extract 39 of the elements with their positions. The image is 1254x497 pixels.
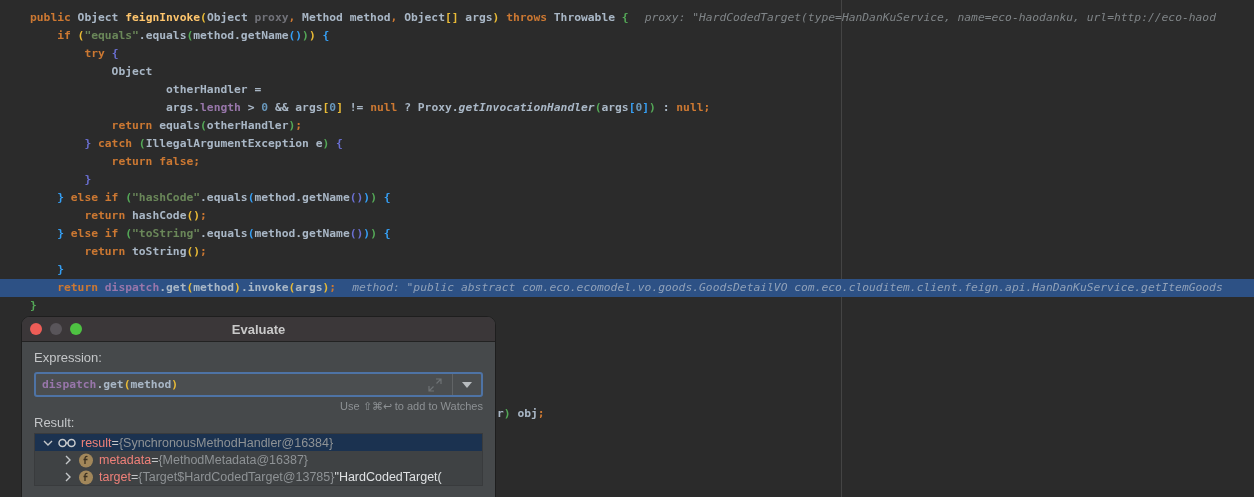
dropdown-caret-icon[interactable]	[461, 380, 473, 389]
code-line: return false;	[110, 154, 201, 170]
code-line: return hashCode();	[83, 208, 207, 224]
result-label: Result:	[34, 414, 76, 432]
expression-label: Expression:	[34, 349, 103, 367]
code-line: otherHandler =	[165, 82, 262, 98]
tree-node-text: result={SynchronousMethodHandler@16384}	[81, 435, 334, 450]
tree-row[interactable]: result={SynchronousMethodHandler@16384}	[35, 434, 482, 451]
code-line: public Object feignInvoke(Object proxy, Method method, Object[] args) throws Throwable {	[30, 10, 629, 26]
chevron-right-icon[interactable]	[63, 471, 73, 482]
chevron-right-icon[interactable]	[63, 454, 73, 465]
inline-value-hint: proxy: "HardCodedTarget(type=HanDanKuService, name=eco-haodanku, url=http://eco-haod	[644, 10, 1216, 26]
tree-row[interactable]: metadata={MethodMetadata@16387}	[35, 451, 482, 468]
tree-node-text: target={Target$HardCodedTarget@13785}"HardCodedTarget(	[99, 469, 442, 484]
watch-shortcut-hint: Use ⇧⌘↩ to add to Watches	[340, 400, 483, 413]
watch-glasses-icon	[58, 437, 76, 448]
code-line: }	[56, 262, 64, 278]
zoom-button[interactable]	[70, 323, 82, 335]
tree-node-text: metadata={MethodMetadata@16387}	[99, 452, 309, 467]
code-line: }	[30, 298, 37, 314]
code-line: return equals(otherHandler);	[110, 118, 303, 134]
code-line: } catch (IllegalArgumentException e) {	[83, 136, 343, 152]
field-icon	[78, 468, 94, 485]
code-line: Object	[110, 64, 153, 80]
expression-field[interactable]: dispatch.get(method)	[34, 372, 483, 397]
code-line: } else if ("hashCode".equals(method.getName())) {	[56, 190, 391, 206]
inline-value-hint: method: "public abstract com.eco.ecomodel.vo.goods.GoodsDetailVO com.eco.clouditem.client.feign.api.HanDanKuService.getItemGoods	[352, 280, 1223, 296]
dialog-title: Evaluate	[231, 321, 286, 337]
code-line: } else if ("toString".equals(method.getName())) {	[56, 226, 391, 242]
code-line: return toString();	[83, 244, 207, 260]
code-line: args.length > 0 && args[0] != null ? Proxy.getInvocationHandler(args[0]) : null;	[165, 100, 711, 116]
code-line: if ("equals".equals(method.getName())) {	[56, 28, 330, 44]
code-line: }	[83, 172, 92, 188]
field-icon	[78, 451, 94, 468]
code-line: try {	[83, 46, 119, 62]
close-button[interactable]	[30, 323, 42, 335]
code-line: return dispatch.get(method).invoke(args);	[56, 280, 337, 296]
code-line: r) obj;	[497, 406, 545, 422]
tree-row[interactable]: target={Target$HardCodedTarget@13785}"HardCodedTarget(	[35, 468, 482, 485]
